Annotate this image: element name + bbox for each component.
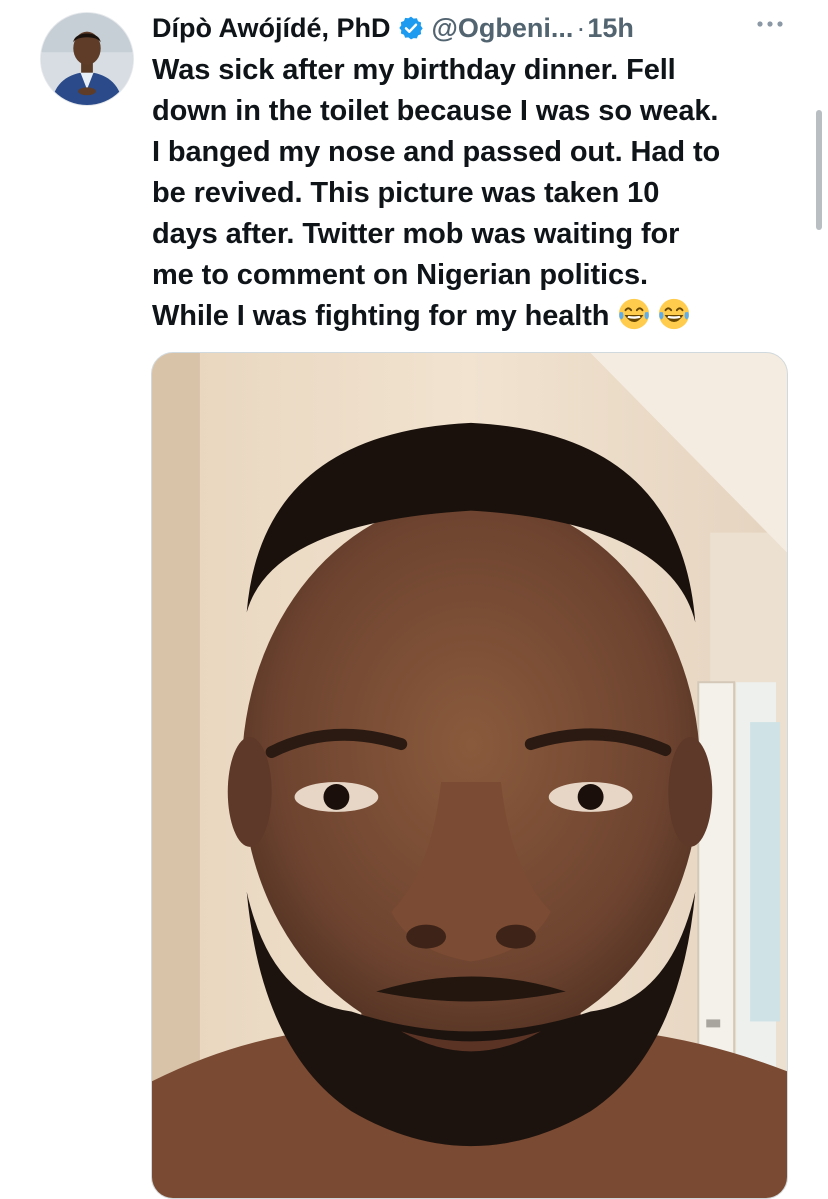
separator-dot: · bbox=[576, 12, 586, 43]
tweet-text-last-line: While I was fighting for my health bbox=[152, 296, 802, 337]
face-with-tears-of-joy-icon bbox=[619, 298, 650, 330]
tweet-text-line: Was sick after my birthday dinner. Fell bbox=[152, 54, 676, 86]
user-handle[interactable]: @Ogbeni... bbox=[432, 13, 574, 44]
tweet-text-line: me to comment on Nigerian politics. bbox=[152, 259, 649, 291]
tweet-text-line: I banged my nose and passed out. Had to bbox=[152, 136, 721, 168]
more-options-button[interactable] bbox=[754, 8, 786, 40]
display-name[interactable]: Dípò Awójídé, PhD bbox=[152, 13, 391, 44]
tweet-photo[interactable] bbox=[151, 352, 788, 1199]
tweet-header: Dípò Awójídé, PhD @Ogbeni... · 15h bbox=[152, 8, 792, 48]
tweet-text-line: be revived. This picture was taken 10 bbox=[152, 177, 660, 209]
scrollbar[interactable] bbox=[816, 110, 822, 230]
tweet[interactable]: Dípò Awójídé, PhD @Ogbeni... · 15h Was s… bbox=[0, 0, 828, 1199]
verified-badge-icon bbox=[398, 16, 423, 40]
timestamp[interactable]: 15h bbox=[587, 13, 634, 44]
tweet-text: Was sick after my birthday dinner. Fell … bbox=[152, 50, 802, 337]
emoji-group bbox=[617, 297, 691, 331]
tweet-text-line: days after. Twitter mob was waiting for bbox=[152, 218, 680, 250]
tweet-text-line: down in the toilet because I was so weak… bbox=[152, 95, 719, 127]
more-dots-icon bbox=[757, 21, 783, 27]
avatar[interactable] bbox=[40, 12, 134, 106]
face-with-tears-of-joy-icon bbox=[659, 298, 690, 330]
tweet-text-line: While I was fighting for my health bbox=[152, 300, 610, 332]
